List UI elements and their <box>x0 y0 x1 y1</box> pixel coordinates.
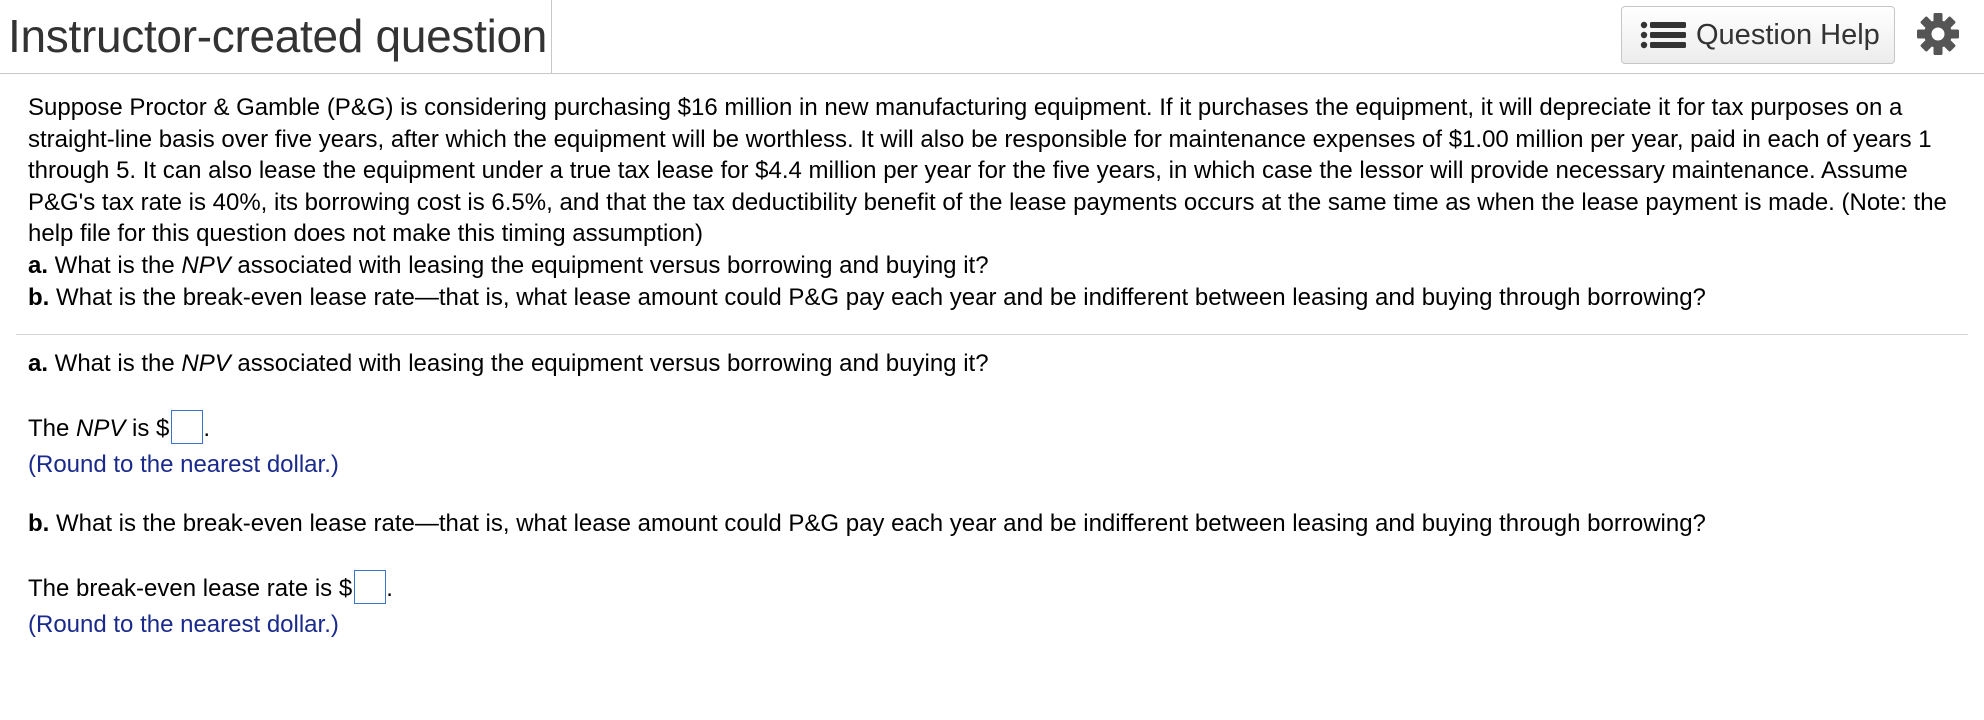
part-a-answer-npv: NPV <box>76 415 126 442</box>
part-a-question: a. What is the NPV associated with leasi… <box>28 348 989 379</box>
part-a-npv: NPV <box>181 350 231 377</box>
part-a-hint: (Round to the nearest dollar.) <box>28 451 339 478</box>
stem-part-a-text-end: associated with leasing the equipment ve… <box>230 251 989 279</box>
stem-part-a-text: What is the <box>48 251 182 279</box>
stem-part-b-text: What is the break-even lease rate—that i… <box>49 283 1706 311</box>
stem-part-a: a. What is the NPV associated with leasi… <box>28 250 1948 282</box>
stem-part-b-label: b. <box>28 283 50 311</box>
list-icon <box>1640 20 1688 50</box>
part-a-answer-suffix: . <box>203 415 211 442</box>
stem-part-a-label: a. <box>28 251 49 279</box>
part-b-question: b. What is the break-even lease rate—tha… <box>28 508 1706 539</box>
npv-answer-input[interactable] <box>171 410 204 444</box>
stem-part-a-npv: NPV <box>181 251 231 279</box>
page-title: Instructor-created question <box>8 10 548 62</box>
part-a-answer-line: The NPV is $. <box>28 410 210 444</box>
question-header: Instructor-created question Question Hel… <box>0 0 1984 74</box>
part-a-text-end: associated with leasing the equipment ve… <box>230 350 989 377</box>
part-a-label: a. <box>28 350 49 377</box>
stem-paragraph: Suppose Proctor & Gamble (P&G) is consid… <box>28 94 1947 248</box>
gear-icon[interactable] <box>1916 12 1960 56</box>
question-help-label: Question Help <box>1696 18 1880 51</box>
stem-part-b: b. What is the break-even lease rate—tha… <box>28 282 1948 314</box>
part-b-text: What is the break-even lease rate—that i… <box>49 510 1706 537</box>
section-divider <box>16 334 1968 335</box>
part-b-answer-suffix: . <box>386 575 393 602</box>
part-a-answer-prefix: The <box>28 415 77 442</box>
part-a-answer-prefix-end: is $ <box>125 415 170 442</box>
question-stem: Suppose Proctor & Gamble (P&G) is consid… <box>28 92 1948 313</box>
part-b-answer-line: The break-even lease rate is $. <box>28 570 393 604</box>
title-divider <box>551 0 552 74</box>
break-even-answer-input[interactable] <box>354 570 387 604</box>
part-b-label: b. <box>28 510 50 537</box>
part-b-answer-prefix: The break-even lease rate is $ <box>28 575 353 602</box>
question-help-button[interactable]: Question Help <box>1621 6 1895 64</box>
part-a-text: What is the <box>48 350 182 377</box>
part-b-hint: (Round to the nearest dollar.) <box>28 611 339 638</box>
